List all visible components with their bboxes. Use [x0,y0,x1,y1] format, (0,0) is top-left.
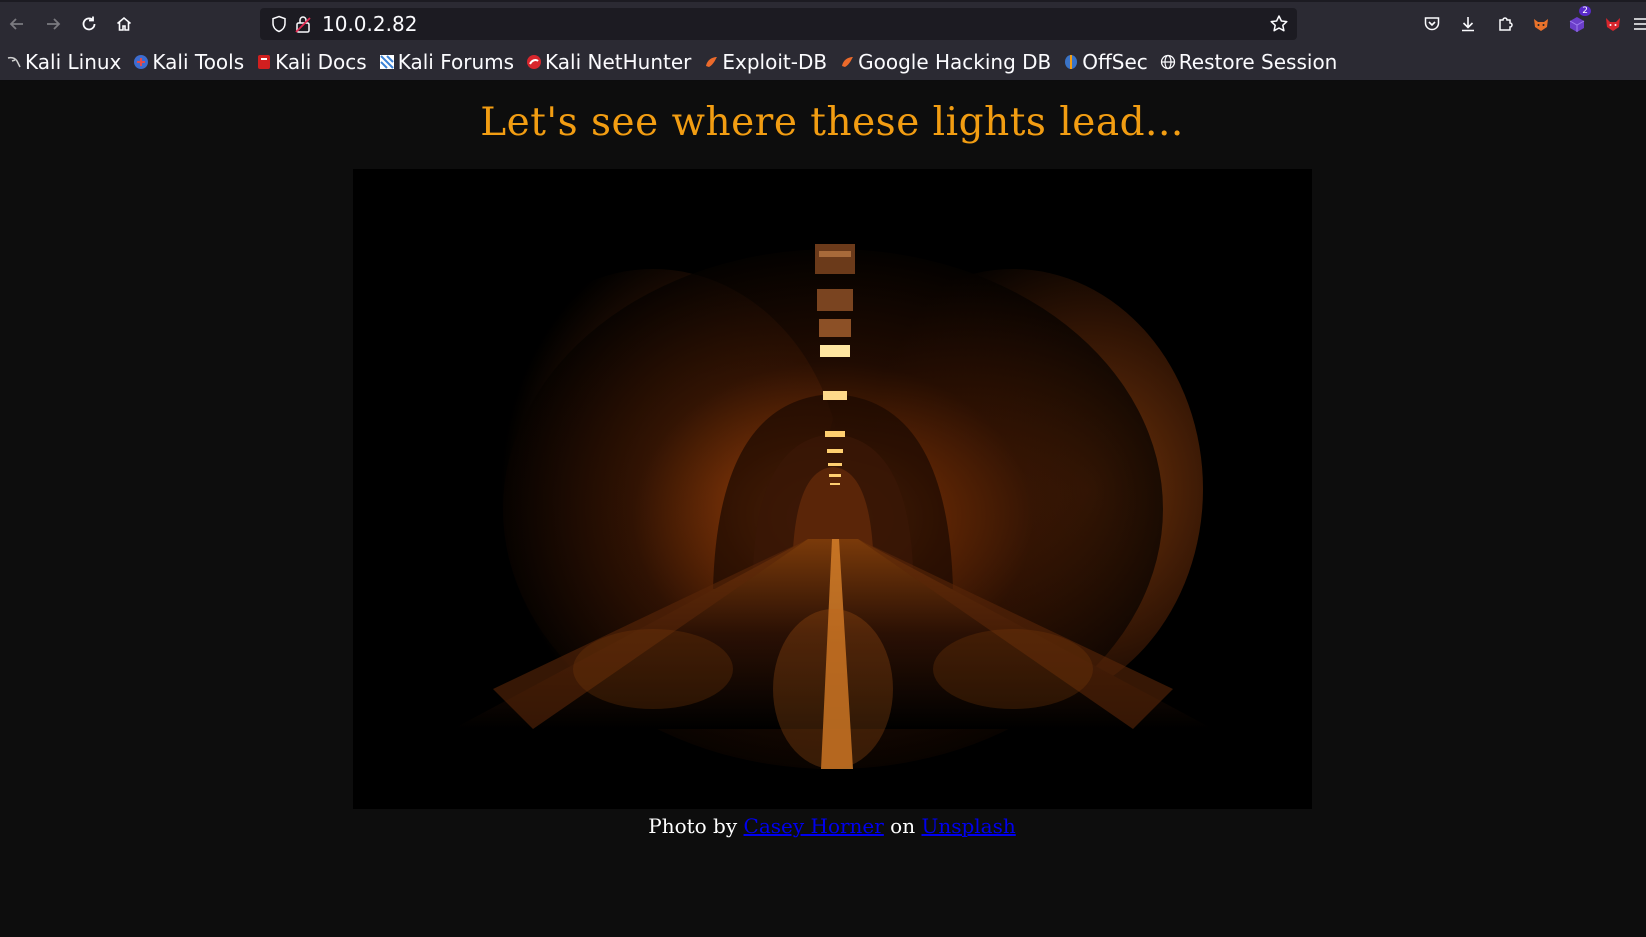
unsplash-link[interactable]: Unsplash [921,814,1015,838]
pocket-button[interactable] [1420,12,1444,36]
puzzle-icon [1499,17,1513,31]
bookmark-restore-session[interactable]: Restore Session [1160,50,1337,74]
home-icon [116,16,132,31]
home-button[interactable] [109,10,139,38]
google-hacking-db-icon [842,57,854,67]
tunnel-photo-image [353,169,1312,809]
caption-prefix: Photo by [648,814,744,838]
cube-extension[interactable]: 2 [1565,6,1591,36]
wappalyzer-extension[interactable] [1601,12,1625,36]
bookmark-kali-tools[interactable]: Kali Tools [133,50,244,74]
reload-icon [82,16,96,31]
fox-icon [1534,19,1548,31]
bookmarks-toolbar: Kali Linux Kali Tools Kali Docs Kali For… [0,44,1646,81]
photo-caption: Photo by Casey Horner on Unsplash [0,814,1646,838]
bookmark-offsec[interactable]: OffSec [1063,50,1148,74]
bookmark-kali-forums[interactable]: Kali Forums [379,50,514,74]
insecure-lock-icon[interactable] [294,14,312,34]
kali-tools-icon [134,55,149,69]
kali-forums-icon [379,55,394,69]
red-fox-icon [1606,18,1620,31]
globe-icon [1160,54,1175,70]
browser-toolbar: 10.0.2.82 2 [0,0,1646,44]
bookmark-google-hacking-db[interactable]: Google Hacking DB [839,50,1051,74]
arrow-right-icon [47,18,61,30]
kali-linux-icon [7,56,21,68]
url-bar[interactable]: 10.0.2.82 [260,8,1297,40]
extensions-button[interactable] [1493,12,1517,36]
bookmark-kali-docs[interactable]: Kali Docs [256,50,367,74]
tunnel-photo [353,169,1312,809]
download-icon [1462,17,1474,32]
reload-button[interactable] [74,10,104,38]
shield-icon[interactable] [270,15,288,33]
page-headline: Let's see where these lights lead... [480,100,1184,145]
offsec-icon [1065,55,1078,69]
kali-nethunter-icon [527,55,542,69]
downloads-button[interactable] [1456,12,1480,36]
bookmark-star-icon[interactable] [1269,14,1289,34]
arrow-left-icon [9,18,23,30]
bookmark-kali-nethunter[interactable]: Kali NetHunter [526,50,691,74]
hamburger-menu-icon [1634,18,1646,30]
foxyproxy-extension[interactable] [1529,12,1553,36]
page-content: Let's see where these lights lead... Pho… [0,82,1646,937]
exploit-db-icon [706,57,718,67]
caption-middle: on [883,814,922,838]
back-button[interactable] [2,10,32,38]
forward-button[interactable] [38,10,68,38]
pocket-icon [1424,17,1440,31]
author-link[interactable]: Casey Horner [744,814,884,838]
cube-icon [1569,17,1585,32]
bookmark-kali-linux[interactable]: Kali Linux [6,50,121,74]
kali-docs-icon [258,55,271,69]
menu-button[interactable] [1634,12,1646,36]
bookmark-exploit-db[interactable]: Exploit-DB [703,50,827,74]
url-text[interactable]: 10.0.2.82 [322,12,417,36]
extension-badge: 2 [1579,6,1591,16]
